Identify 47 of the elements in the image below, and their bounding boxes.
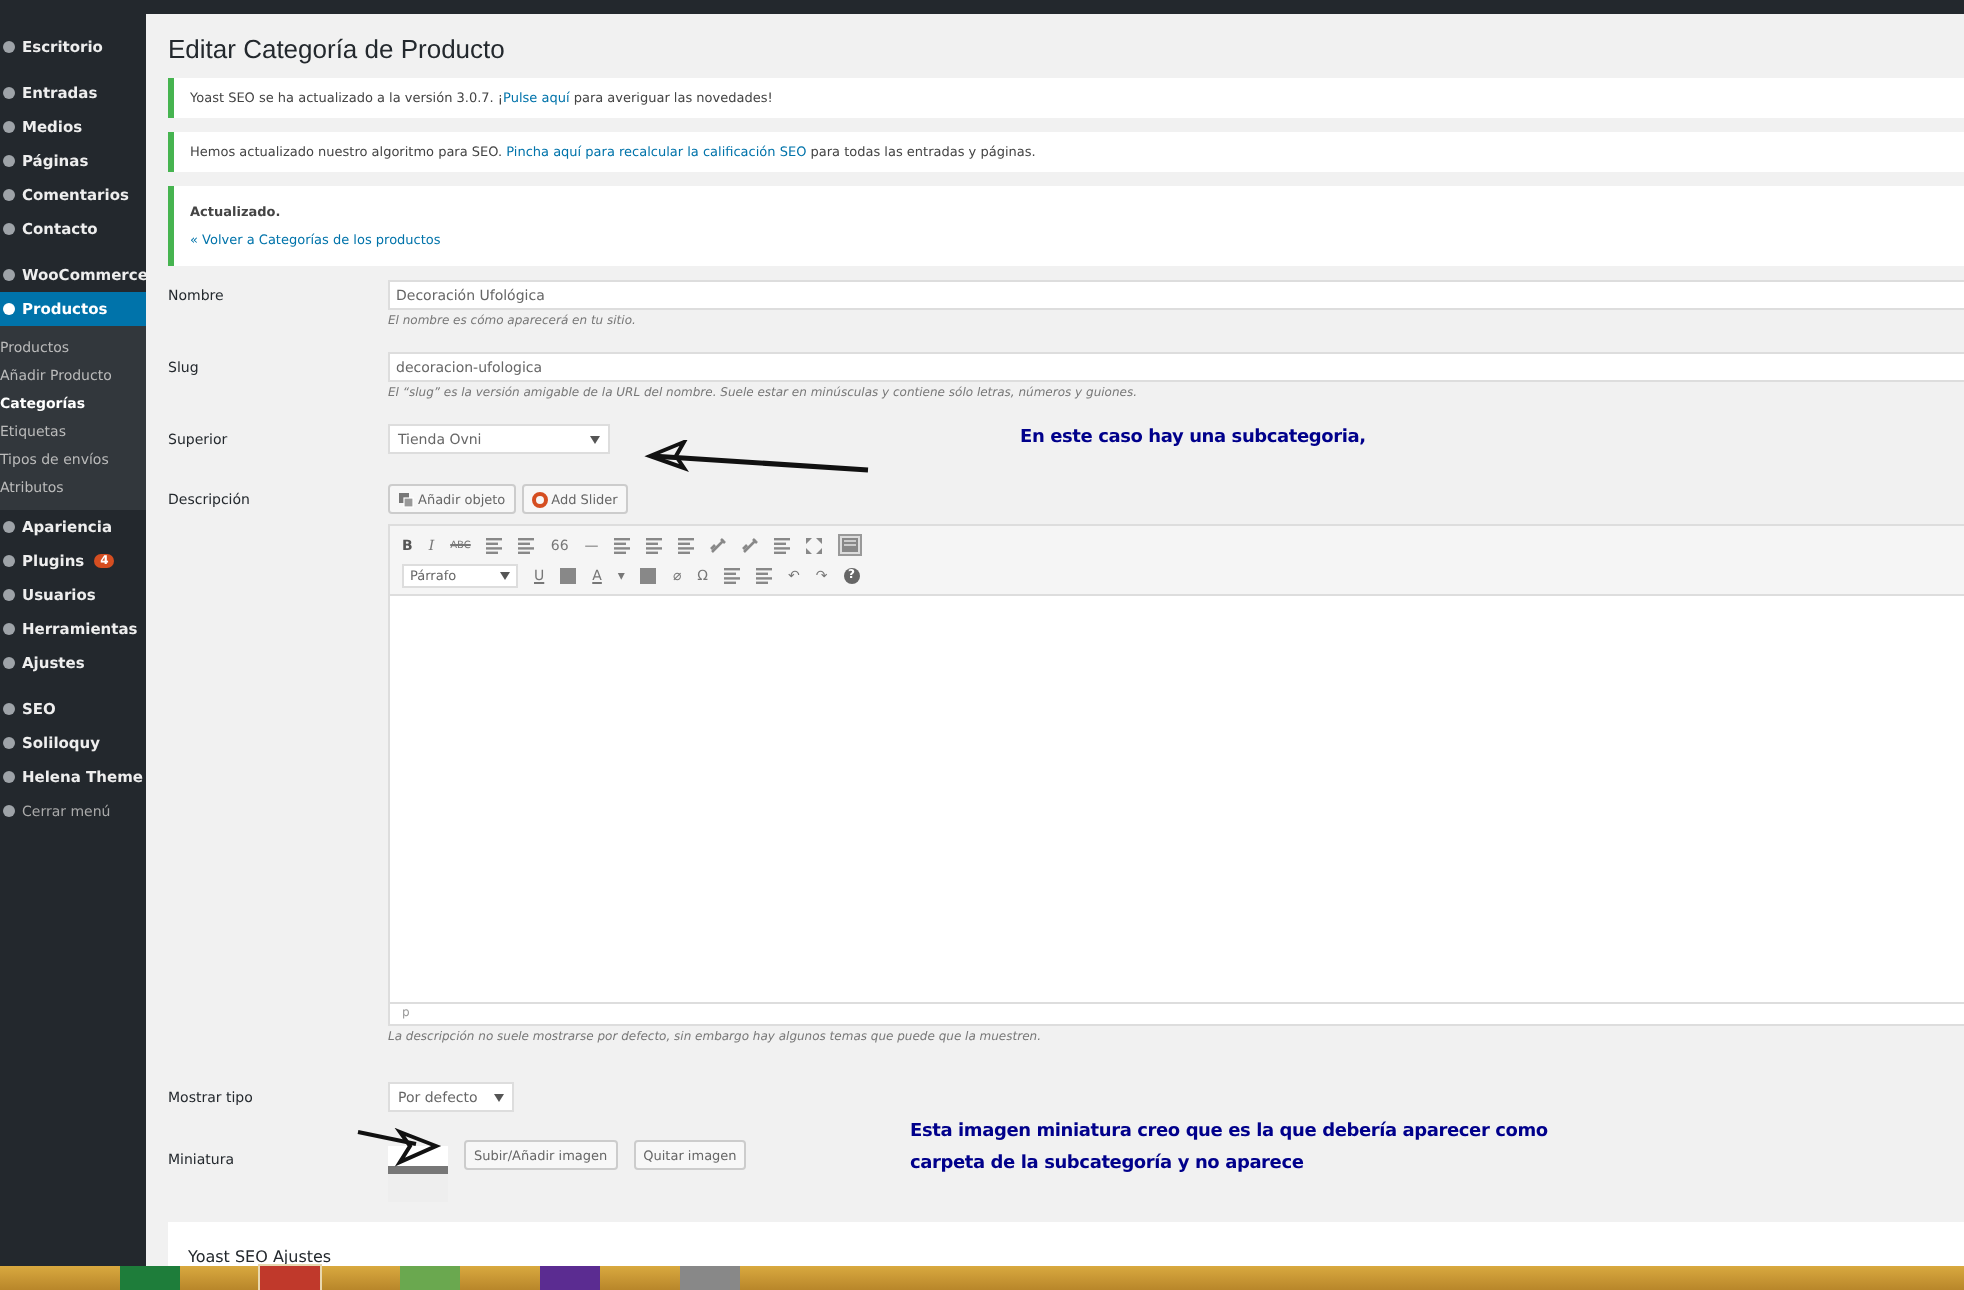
annotation-text: En este caso hay una subcategoria, [1020, 426, 1366, 452]
circle-icon [2, 120, 16, 134]
caret-icon [500, 571, 510, 579]
expand-icon [806, 537, 823, 553]
square-icon [560, 567, 577, 583]
app-icon[interactable] [120, 1266, 180, 1290]
lines-icon [614, 537, 631, 553]
square-icon [640, 567, 657, 583]
arrow-drawing [356, 1128, 444, 1168]
lines-icon [756, 567, 773, 583]
circle-icon [2, 770, 16, 784]
keyboard-icon [842, 538, 859, 552]
circle-icon [2, 520, 16, 534]
circle-icon [2, 86, 16, 100]
circle-icon [2, 622, 16, 636]
circle-icon [2, 302, 16, 316]
page-title: Editar Categoría de Producto [168, 32, 507, 68]
lines-icon [724, 567, 741, 583]
chain-icon [742, 537, 759, 553]
caret-icon [494, 1093, 504, 1101]
circle-icon [2, 40, 16, 54]
circle-icon [2, 154, 16, 168]
app-icon[interactable] [680, 1266, 740, 1290]
circle-icon [2, 702, 16, 716]
circle-icon [2, 268, 16, 282]
lines-icon [486, 537, 503, 553]
app-icon[interactable] [260, 1266, 320, 1290]
lines-icon [678, 537, 695, 553]
lines-icon [646, 537, 663, 553]
circle-icon [2, 554, 16, 568]
toolbar-toggle-button[interactable] [838, 534, 863, 556]
caret-icon [590, 435, 600, 443]
media-icon [398, 491, 414, 507]
circle-icon [2, 588, 16, 602]
chain-icon [710, 537, 727, 553]
lines-icon [518, 537, 535, 553]
circle-icon [2, 656, 16, 670]
app-icon[interactable] [400, 1266, 460, 1290]
app-icon[interactable] [540, 1266, 600, 1290]
circle-icon [2, 222, 16, 236]
lines-icon [774, 537, 791, 553]
panel-title: Yoast SEO Ajustes [188, 1248, 334, 1266]
annotation-text: Esta imagen miniatura creo que es la que debería aparecer como carpeta de la subcategoría y no aparece [910, 1119, 1548, 1178]
circle-icon [2, 804, 16, 818]
circle-icon [2, 736, 16, 750]
circle-icon [2, 188, 16, 202]
ring-icon [531, 491, 548, 507]
